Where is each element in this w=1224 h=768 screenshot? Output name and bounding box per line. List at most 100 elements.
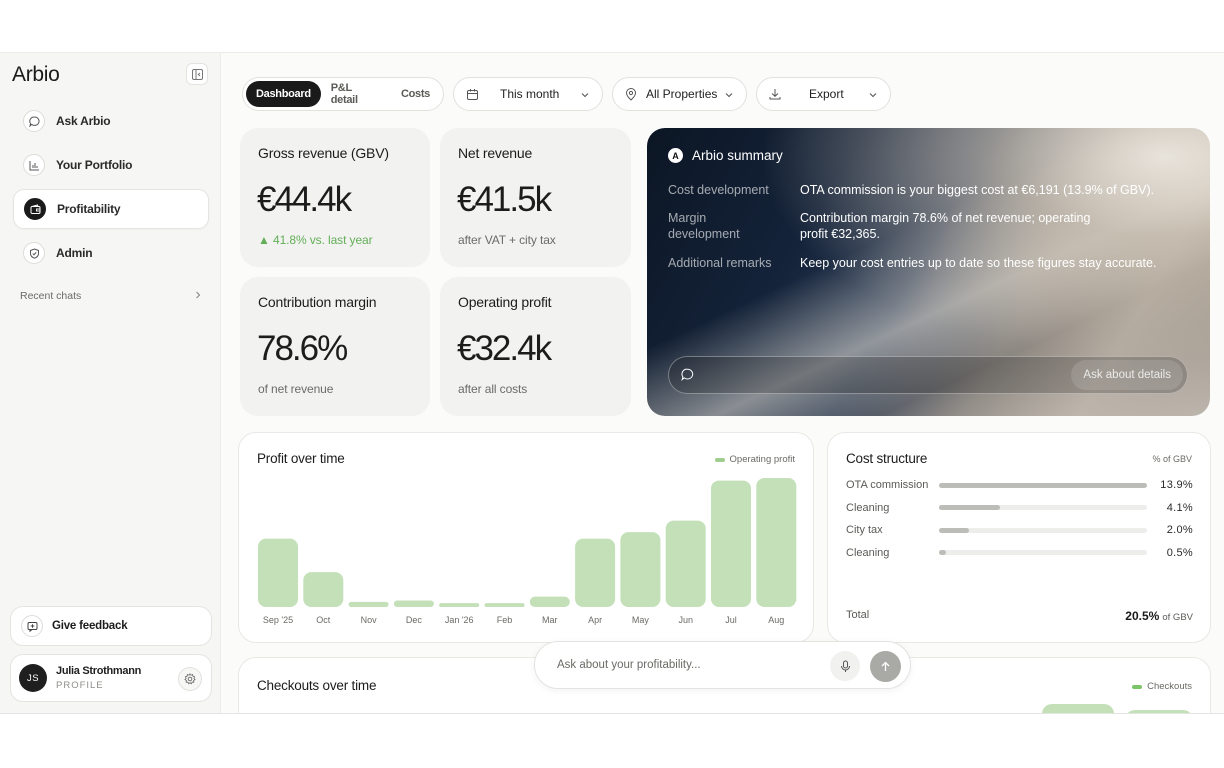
cost-bar-track	[939, 505, 1147, 510]
kpi-label: Contribution margin	[258, 294, 377, 310]
profit-chart-svg: Sep '25 Oct Nov Dec Jan '26 Feb Mar Apr May Jun Ju…	[258, 478, 797, 625]
mic-button[interactable]	[830, 651, 860, 681]
x-tick-label: Oct	[316, 615, 331, 625]
profile-card[interactable]: JS Julia Strothmann PROFILE	[10, 654, 212, 702]
cost-row: Cleaning 4.1%	[846, 501, 1193, 515]
kpi-value: €32.4k	[457, 329, 552, 368]
wallet-icon	[24, 198, 46, 220]
tab-pl-detail[interactable]: P&L detail	[321, 81, 391, 107]
checkouts-title: Checkouts over time	[257, 678, 377, 693]
legend-label: Checkouts	[1147, 681, 1192, 692]
cost-name: OTA commission	[846, 479, 929, 491]
x-tick-label: Feb	[497, 615, 513, 625]
arbio-summary-card: A Arbio summary Cost development OTA com…	[647, 128, 1210, 416]
chart-bar-5	[484, 603, 525, 607]
chart-bar-11	[756, 478, 797, 607]
checkouts-bar	[1125, 710, 1193, 713]
microphone-icon	[840, 660, 850, 672]
cost-structure-total: Total 20.5% of GBV	[846, 609, 1193, 623]
chart-bar-1	[303, 572, 344, 607]
app-window: Arbio Ask Arbio Your Portfolio Profitabi…	[0, 52, 1224, 714]
cost-row: City tax 2.0%	[846, 523, 1193, 537]
properties-dropdown[interactable]: All Properties	[612, 77, 747, 111]
summary-key: Cost development	[668, 183, 769, 197]
kpi-trend: ▲ 41.8% vs. last year	[258, 233, 373, 247]
summary-title: A Arbio summary	[668, 148, 783, 163]
cost-structure-unit: % of GBV	[1152, 454, 1192, 464]
x-tick-label: Jan '26	[445, 615, 474, 625]
sidebar-item-profitability[interactable]: Profitability	[13, 189, 209, 229]
summary-row: Additional remarks Keep your cost entrie…	[668, 255, 1190, 271]
cost-bar-fill	[939, 527, 969, 533]
legend-swatch	[1132, 684, 1143, 689]
kpi-sub: of net revenue	[258, 382, 334, 396]
tab-costs[interactable]: Costs	[391, 81, 440, 107]
kpi-sub: after all costs	[458, 382, 528, 396]
x-tick-label: Jul	[725, 615, 737, 625]
arbio-logo-icon: A	[668, 148, 683, 163]
cost-pct: 13.9%	[1160, 479, 1193, 491]
recent-chats-toggle[interactable]: Recent chats	[20, 290, 202, 302]
kpi-gross-revenue: Gross revenue (GBV) €44.4k ▲ 41.8% vs. l…	[240, 128, 430, 267]
summary-key: Margin development	[668, 211, 740, 241]
total-value: 20.5%	[1125, 609, 1160, 623]
summary-row: Margin development Contribution margin 7…	[668, 210, 1120, 242]
calendar-icon	[466, 88, 479, 101]
profitability-chat-input[interactable]: Ask about your profitability...	[534, 641, 911, 689]
cost-bar-track	[939, 527, 1147, 533]
summary-value: Contribution margin 78.6% of net revenue…	[800, 211, 1091, 241]
period-dropdown[interactable]: This month	[453, 77, 603, 111]
cost-name: City tax	[846, 524, 883, 536]
total-unit: of GBV	[1162, 612, 1193, 623]
sidebar-item-ask-arbio[interactable]: Ask Arbio	[13, 101, 209, 141]
chart-bar-6	[529, 596, 570, 607]
sidebar-item-label: Admin	[56, 246, 93, 260]
kpi-value: 78.6%	[257, 329, 348, 368]
properties-value: All Properties	[646, 87, 718, 101]
sidebar-item-your-portfolio[interactable]: Your Portfolio	[13, 145, 209, 185]
send-button[interactable]	[870, 651, 901, 682]
x-tick-label: Mar	[542, 615, 558, 625]
chevron-down-icon	[580, 89, 590, 103]
cost-bar-fill	[939, 505, 1001, 510]
location-pin-icon	[625, 87, 637, 101]
settings-button[interactable]	[178, 667, 202, 691]
chat-bubble-icon	[681, 368, 694, 386]
profile-info: Julia Strothmann PROFILE	[56, 665, 141, 691]
summary-key: Additional remarks	[668, 256, 772, 270]
chart-bar-8	[620, 532, 661, 607]
chat-bubble-icon	[23, 110, 45, 132]
shield-icon	[23, 242, 45, 264]
cost-bar-fill	[939, 482, 1147, 488]
chart-bar-2	[348, 601, 389, 607]
cost-bar-track	[939, 550, 1147, 555]
kpi-value: €44.4k	[257, 180, 352, 219]
give-feedback-button[interactable]: Give feedback	[10, 606, 212, 646]
profit-chart-panel: Profit over time Operating profit Sep '2…	[238, 432, 814, 643]
summary-ask-input[interactable]: Ask about details	[668, 356, 1188, 394]
cost-bar-fill	[939, 550, 947, 555]
chevron-down-icon	[868, 89, 878, 103]
kpi-label: Gross revenue (GBV)	[258, 145, 389, 161]
download-icon	[769, 88, 781, 100]
avatar: JS	[19, 664, 47, 692]
export-dropdown[interactable]: Export	[756, 77, 891, 111]
arrow-up-icon	[881, 661, 890, 671]
tab-dashboard[interactable]: Dashboard	[246, 81, 321, 107]
period-value: This month	[500, 87, 560, 101]
total-value-wrap: 20.5% of GBV	[1125, 609, 1193, 623]
summary-value: OTA commission is your biggest cost at €…	[800, 183, 1155, 197]
collapse-sidebar-button[interactable]	[186, 63, 208, 85]
kpi-label: Net revenue	[458, 145, 533, 161]
chevron-down-icon	[724, 89, 734, 103]
summary-title-text: Arbio summary	[692, 148, 783, 163]
feedback-icon	[21, 615, 43, 637]
ask-about-details-button[interactable]: Ask about details	[1071, 360, 1183, 390]
sidebar-item-label: Profitability	[57, 202, 121, 216]
x-tick-label: Nov	[361, 615, 378, 625]
x-tick-label: Sep '25	[263, 615, 293, 625]
kpi-sub: after VAT + city tax	[458, 233, 556, 247]
sidebar-item-admin[interactable]: Admin	[13, 233, 209, 273]
feedback-label: Give feedback	[52, 620, 128, 632]
chevron-right-icon	[196, 291, 201, 299]
